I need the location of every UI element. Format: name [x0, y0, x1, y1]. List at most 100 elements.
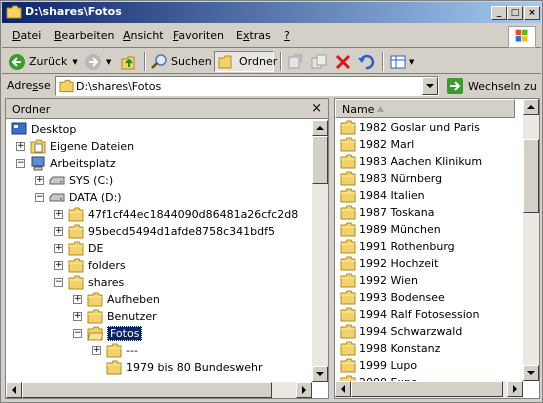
- expand-icon[interactable]: +: [54, 261, 63, 270]
- list-item[interactable]: 1987 Toskana: [340, 204, 434, 221]
- list-item[interactable]: 1982 Goslar und Paris: [340, 119, 480, 136]
- tree-vertical-scrollbar[interactable]: [312, 120, 328, 382]
- undo-icon: [358, 54, 375, 69]
- list-item[interactable]: 1982 Marl: [340, 136, 414, 153]
- column-header-name[interactable]: Name: [335, 99, 515, 118]
- folder-icon: [340, 358, 356, 373]
- menu-datei[interactable]: Datei: [12, 29, 41, 42]
- menu-ansicht[interactable]: Ansicht: [123, 29, 164, 42]
- collapse-icon[interactable]: −: [35, 193, 44, 202]
- close-button[interactable]: ×: [524, 6, 540, 20]
- collapse-icon[interactable]: −: [73, 329, 82, 338]
- open-folder-icon: [87, 326, 103, 341]
- list-item-label: 1992 Hochzeit: [359, 257, 439, 270]
- list-item[interactable]: 1983 Nürnberg: [340, 170, 442, 187]
- tree-item[interactable]: − DATA (D:): [35, 189, 122, 206]
- expand-icon[interactable]: +: [73, 312, 82, 321]
- move-to-button[interactable]: [286, 51, 304, 72]
- tree-item[interactable]: Desktop: [11, 121, 76, 138]
- expand-icon[interactable]: +: [35, 176, 44, 185]
- list-item[interactable]: 2000 Expo: [340, 374, 418, 381]
- tree-item[interactable]: 1979 bis 80 Bundeswehr: [106, 359, 262, 376]
- tree-item[interactable]: + SYS (C:): [35, 172, 113, 189]
- toolbar-separator: [382, 52, 384, 71]
- folder-icon: [340, 273, 356, 288]
- tree-item[interactable]: +95becd5494d1afde8758c341bdf5: [54, 223, 275, 240]
- folder-tree: Desktop + Eigene Dateien − Arbeitsplatz + SYS …: [6, 120, 312, 382]
- menu-bearbeiten[interactable]: Bearbeiten: [54, 29, 114, 42]
- scroll-thumb[interactable]: [523, 139, 539, 213]
- list-item[interactable]: 1992 Wien: [340, 272, 418, 289]
- tree-item[interactable]: − shares: [54, 274, 124, 291]
- up-folder-button[interactable]: [120, 51, 138, 72]
- go-label: Wechseln zu: [468, 79, 537, 93]
- scroll-thumb[interactable]: [22, 382, 272, 398]
- list-item[interactable]: 1984 Italien: [340, 187, 425, 204]
- tree-item-label: 47f1cf44ec1844090d86481a26cfc2d8: [88, 208, 299, 221]
- scroll-up-button[interactable]: [312, 120, 328, 136]
- minimize-button[interactable]: _: [491, 6, 507, 20]
- tree-item[interactable]: +47f1cf44ec1844090d86481a26cfc2d8: [54, 206, 299, 223]
- tree-item[interactable]: + DE: [54, 240, 103, 257]
- tree-item[interactable]: + ---: [92, 342, 138, 359]
- go-button[interactable]: Wechseln zu: [446, 77, 537, 95]
- search-button[interactable]: Suchen: [150, 51, 212, 72]
- tree-item[interactable]: + Benutzer: [73, 308, 157, 325]
- tree-item-label: 1979 bis 80 Bundeswehr: [126, 361, 263, 374]
- menu-help[interactable]: ?: [284, 29, 290, 42]
- copy-to-button[interactable]: [310, 51, 328, 72]
- scroll-right-button[interactable]: [507, 381, 523, 397]
- chevron-down-icon[interactable]: ▼: [106, 58, 111, 66]
- list-item[interactable]: 1994 Ralf Fotosession: [340, 306, 479, 323]
- scroll-down-button[interactable]: [312, 366, 328, 382]
- address-input[interactable]: D:\shares\Fotos: [55, 76, 439, 96]
- list-item[interactable]: 1998 Konstanz: [340, 340, 440, 357]
- expand-icon[interactable]: +: [54, 244, 63, 253]
- expand-icon[interactable]: +: [73, 295, 82, 304]
- back-button[interactable]: Zurück ▼: [8, 51, 78, 72]
- delete-button[interactable]: [334, 51, 352, 72]
- scroll-up-button[interactable]: [523, 99, 539, 115]
- scroll-left-button[interactable]: [6, 382, 22, 398]
- list-item[interactable]: 1999 Lupo: [340, 357, 417, 374]
- list-horizontal-scrollbar[interactable]: [335, 381, 523, 398]
- scroll-thumb[interactable]: [312, 136, 328, 184]
- expand-icon[interactable]: +: [54, 210, 63, 219]
- list-vertical-scrollbar[interactable]: [523, 99, 539, 381]
- scroll-down-button[interactable]: [523, 365, 539, 381]
- expand-icon[interactable]: +: [92, 346, 101, 355]
- menu-extras[interactable]: Extras: [236, 29, 271, 42]
- chevron-down-icon[interactable]: ▼: [409, 58, 414, 66]
- tree-item[interactable]: − Arbeitsplatz: [16, 155, 116, 172]
- list-item[interactable]: 1983 Aachen Klinikum: [340, 153, 482, 170]
- list-item[interactable]: 1989 München: [340, 221, 441, 238]
- tree-horizontal-scrollbar[interactable]: [6, 382, 312, 398]
- menu-favoriten[interactable]: Favoriten: [173, 29, 224, 42]
- maximize-button[interactable]: □: [507, 6, 523, 20]
- views-button[interactable]: ▼: [389, 51, 414, 72]
- address-dropdown-button[interactable]: [422, 77, 438, 95]
- tree-item[interactable]: − Fotos: [73, 325, 143, 342]
- list-item[interactable]: 1991 Rothenburg: [340, 238, 455, 255]
- list-item[interactable]: 1994 Schwarzwald: [340, 323, 462, 340]
- list-item-label: 1991 Rothenburg: [359, 240, 455, 253]
- scroll-right-button[interactable]: [296, 382, 312, 398]
- expand-icon[interactable]: +: [54, 227, 63, 236]
- collapse-icon[interactable]: −: [54, 278, 63, 287]
- tree-item[interactable]: + folders: [54, 257, 126, 274]
- list-item[interactable]: 1993 Bodensee: [340, 289, 445, 306]
- collapse-icon[interactable]: −: [16, 159, 25, 168]
- close-pane-icon[interactable]: ×: [311, 101, 322, 116]
- folders-button[interactable]: Ordner: [214, 51, 277, 72]
- title-bar[interactable]: D:\shares\Fotos _ □ ×: [2, 2, 541, 23]
- forward-button[interactable]: ▼: [84, 51, 111, 72]
- chevron-down-icon[interactable]: ▼: [72, 58, 77, 66]
- scroll-left-button[interactable]: [335, 381, 351, 397]
- address-bar: Adresse D:\shares\Fotos Wechseln zu: [2, 75, 541, 97]
- undo-button[interactable]: [357, 51, 375, 72]
- tree-item[interactable]: + Eigene Dateien: [16, 138, 134, 155]
- expand-icon[interactable]: +: [16, 142, 25, 151]
- list-item[interactable]: 1992 Hochzeit: [340, 255, 438, 272]
- scroll-thumb[interactable]: [351, 381, 503, 397]
- tree-item[interactable]: + Aufheben: [73, 291, 160, 308]
